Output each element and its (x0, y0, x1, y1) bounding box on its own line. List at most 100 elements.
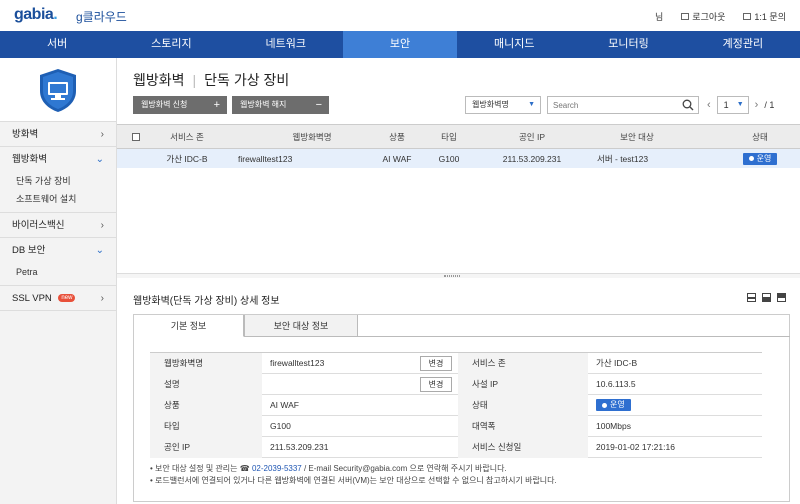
col-target[interactable]: 보안 대상 (592, 125, 682, 148)
sidebar-sub-software-install[interactable]: 소프트웨어 설치 (0, 190, 116, 208)
gabia-logo[interactable]: gabia. (14, 6, 58, 24)
chat-icon (743, 13, 752, 20)
label-description: 설명 (150, 374, 262, 395)
sidebar-sub-petra[interactable]: Petra (0, 263, 116, 281)
nav-managed[interactable]: 매니지드 (457, 31, 571, 58)
col-zone[interactable]: 서비스 존 (152, 125, 222, 148)
title-separator: | (192, 72, 197, 88)
tab-basic-info[interactable]: 기본 정보 (134, 315, 244, 337)
sidebar-item-firewall[interactable]: 방화벽 › (0, 122, 116, 147)
sidebar-group-db-security: DB 보안 ⌄ Petra (0, 238, 116, 286)
edit-name-button[interactable]: 변경 (420, 356, 452, 371)
info-table: 웹방화벽명 firewalltest123 변경 서비스 존 가산 IDC-B … (150, 352, 762, 458)
user-name: 님 (655, 12, 664, 22)
sidebar-item-label: SSL VPN (12, 293, 52, 304)
sidebar-item-ssl-vpn[interactable]: SSL VPN new › (0, 286, 116, 311)
edit-description-button[interactable]: 변경 (420, 377, 452, 392)
logout-label: 로그아웃 (692, 12, 726, 22)
table-row[interactable]: 가산 IDC-B firewalltest123 AI WAF G100 211… (117, 149, 800, 168)
logout-link[interactable]: 로그아웃 (681, 10, 725, 23)
chevron-right-icon: › (100, 220, 104, 231)
nav-account[interactable]: 계정관리 (686, 31, 800, 58)
search-field-select[interactable]: 웹방화벽명 ▼ (465, 96, 541, 114)
note-contact-post: / E-mail Security@gabia.com 으로 연락해 주시기 바… (301, 464, 507, 473)
nav-server[interactable]: 서버 (0, 31, 114, 58)
main-content: 웹방화벽 | 단독 가상 장비 웹방화벽 신청 + 웹방화벽 해지 − 웹방화벽명 … (117, 58, 800, 504)
top-bar: gabia. g클라우드 님 로그아웃 1:1 문의 (0, 0, 800, 31)
status-label: 운영 (756, 153, 772, 163)
sidebar-item-db-security[interactable]: DB 보안 ⌄ (0, 238, 116, 263)
sidebar-item-waf[interactable]: 웹방화벽 ⌄ (0, 147, 116, 172)
nav-network[interactable]: 네트워크 (229, 31, 343, 58)
col-status[interactable]: 상태 (735, 125, 785, 148)
main-nav: 서버 스토리지 네트워크 보안 매니지드 모니터링 계정관리 (0, 31, 800, 58)
caret-down-icon: ▼ (736, 101, 744, 108)
detail-status-cell: 운영 (596, 399, 631, 411)
minus-icon: − (315, 99, 322, 111)
search-field-value: 웹방화벽명 (472, 100, 509, 109)
support-label: 1:1 문의 (754, 12, 786, 22)
sidebar-sub-dedicated-vm[interactable]: 단독 가상 장비 (0, 172, 116, 190)
prev-page-icon[interactable]: ‹ (707, 99, 711, 111)
sidebar-item-label: 웹방화벽 (12, 154, 47, 165)
col-name[interactable]: 웹방화벽명 (267, 125, 357, 148)
value-product: AI WAF (270, 400, 299, 410)
value-waf-name: firewalltest123 (270, 358, 325, 368)
info-row: 상품 AI WAF 상태 운영 (150, 395, 762, 416)
nav-security[interactable]: 보안 (342, 31, 458, 58)
nav-monitoring[interactable]: 모니터링 (571, 31, 685, 58)
minimize-panel-icon[interactable] (747, 293, 756, 302)
label-private-ip: 사설 IP (458, 374, 588, 395)
sidebar-group-waf: 웹방화벽 ⌄ 단독 가상 장비 소프트웨어 설치 (0, 147, 116, 213)
info-row: 웹방화벽명 firewalltest123 변경 서비스 존 가산 IDC-B (150, 353, 762, 374)
next-page-icon[interactable]: › (755, 99, 759, 111)
new-badge: new (58, 294, 76, 303)
tab-security-target-info[interactable]: 보안 대상 정보 (244, 315, 358, 337)
page-title-main: 웹방화벽 (133, 72, 185, 88)
cell-zone: 가산 IDC-B (166, 153, 208, 164)
search-input[interactable] (548, 97, 673, 113)
gcloud-logo-text: g클라우드 (76, 10, 127, 24)
phone-link[interactable]: 02-2039-5337 (252, 464, 302, 473)
cancel-waf-label: 웹방화벽 해지 (240, 100, 287, 109)
select-all-checkbox[interactable] (132, 132, 140, 141)
label-type: 타입 (150, 416, 262, 437)
sidebar-item-label: DB 보안 (12, 245, 46, 256)
sidebar-item-label: 방화벽 (12, 129, 39, 140)
split-bottom-icon[interactable] (762, 293, 771, 302)
label-bandwidth: 대역폭 (458, 416, 588, 437)
logout-icon (681, 13, 690, 20)
cancel-waf-button[interactable]: 웹방화벽 해지 − (232, 96, 329, 114)
value-description (262, 374, 270, 395)
shield-monitor-icon (40, 68, 76, 112)
cell-status: 운영 (735, 149, 785, 168)
cell-product: AI WAF (382, 153, 412, 164)
search-icon[interactable] (682, 99, 694, 111)
panel-splitter[interactable] (117, 273, 800, 278)
cell-name: firewalltest123 (238, 153, 293, 164)
split-top-icon[interactable] (777, 293, 786, 302)
note-contact-pre: • 보안 대상 설정 및 관리는 ☎ (150, 464, 252, 473)
apply-waf-button[interactable]: 웹방화벽 신청 + (133, 96, 227, 114)
col-public-ip[interactable]: 공인 IP (492, 125, 572, 148)
page-subtitle: 단독 가상 장비 (204, 72, 290, 88)
sidebar: 방화벽 › 웹방화벽 ⌄ 단독 가상 장비 소프트웨어 설치 바이러스백신 › … (0, 58, 117, 504)
cell-public-ip: 211.53.209.231 (502, 153, 562, 164)
col-product[interactable]: 상품 (372, 125, 422, 148)
notes: • 보안 대상 설정 및 관리는 ☎ 02-2039-5337 / E-mail… (150, 463, 557, 487)
col-type[interactable]: 타입 (427, 125, 471, 148)
page-select[interactable]: 1 ▼ (716, 96, 749, 114)
sidebar-item-antivirus[interactable]: 바이러스백신 › (0, 213, 116, 238)
chevron-right-icon: › (100, 129, 104, 140)
sidebar-header (0, 58, 116, 122)
layout-icons (747, 293, 786, 302)
status-label: 운영 (610, 400, 625, 409)
info-row: 공인 IP 211.53.209.231 서비스 신청일 2019-01-02 … (150, 437, 762, 458)
support-link[interactable]: 1:1 문의 (743, 10, 786, 23)
drag-handle-icon[interactable] (444, 275, 460, 277)
page-current: 1 (723, 100, 729, 110)
nav-storage[interactable]: 스토리지 (114, 31, 228, 58)
info-row: 설명 변경 사설 IP 10.6.113.5 (150, 374, 762, 395)
label-service-date: 서비스 신청일 (458, 437, 588, 458)
tab-divider (358, 336, 790, 337)
